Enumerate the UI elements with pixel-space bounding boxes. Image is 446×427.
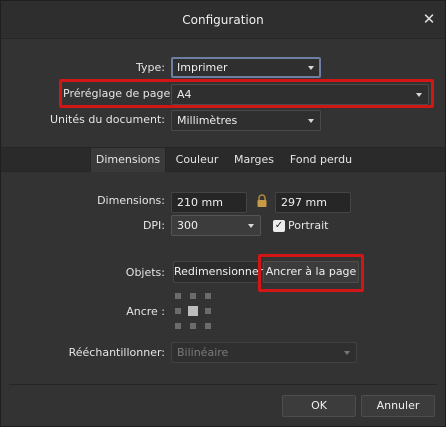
resample-select-value: Bilinéaire — [177, 346, 229, 359]
portrait-checkbox[interactable]: ✓ — [273, 220, 285, 232]
chevron-down-icon — [416, 93, 422, 97]
page-preset-select[interactable]: A4 — [171, 84, 429, 105]
anchor-to-page-button[interactable]: Ancrer à la page — [263, 261, 359, 283]
page-preset-label: Préréglage de page: — [63, 87, 174, 100]
portrait-label: Portrait — [288, 219, 329, 232]
tab-bleed[interactable]: Fond perdu — [285, 148, 357, 172]
dpi-label: DPI: — [142, 219, 165, 232]
title-bar: Configuration ✕ — [1, 1, 445, 39]
resize-button[interactable]: Redimensionner — [173, 261, 263, 283]
anchor-label: Ancre : — [126, 305, 165, 318]
document-units-value: Millimètres — [177, 114, 238, 127]
dialog-title: Configuration — [182, 13, 264, 27]
settings-tabs: Dimensions Couleur Marges Fond perdu — [1, 147, 445, 172]
width-input[interactable]: 210 mm — [171, 192, 247, 213]
resample-label: Rééchantillonner: — [68, 346, 165, 359]
tab-dimensions[interactable]: Dimensions — [90, 148, 166, 172]
lock-icon[interactable] — [255, 194, 269, 208]
height-input[interactable]: 297 mm — [275, 192, 351, 213]
type-label: Type: — [136, 61, 165, 74]
type-select[interactable]: Imprimer — [171, 57, 321, 78]
chevron-down-icon — [308, 119, 314, 123]
anchor-grid-icon[interactable] — [175, 293, 211, 329]
close-icon[interactable]: ✕ — [419, 9, 439, 29]
chevron-down-icon — [248, 224, 254, 228]
page-preset-value: A4 — [177, 88, 192, 101]
dpi-select-value: 300 — [177, 219, 198, 232]
dimensions-label: Dimensions: — [97, 194, 165, 207]
chevron-down-icon — [308, 66, 314, 70]
tab-color[interactable]: Couleur — [170, 148, 224, 172]
tab-margins[interactable]: Marges — [229, 148, 279, 172]
dpi-select[interactable]: 300 — [171, 215, 261, 236]
document-units-label: Unités du document: — [49, 113, 165, 126]
configuration-dialog: Configuration ✕ Type: Imprimer Préréglag… — [0, 0, 446, 427]
footer-divider — [9, 384, 437, 385]
cancel-button[interactable]: Annuler — [361, 395, 435, 417]
chevron-down-icon — [344, 351, 350, 355]
resample-select: Bilinéaire — [171, 342, 357, 363]
document-units-select[interactable]: Millimètres — [171, 110, 321, 131]
type-select-value: Imprimer — [177, 61, 228, 74]
objects-label: Objets: — [125, 266, 165, 279]
ok-button[interactable]: OK — [282, 395, 356, 417]
